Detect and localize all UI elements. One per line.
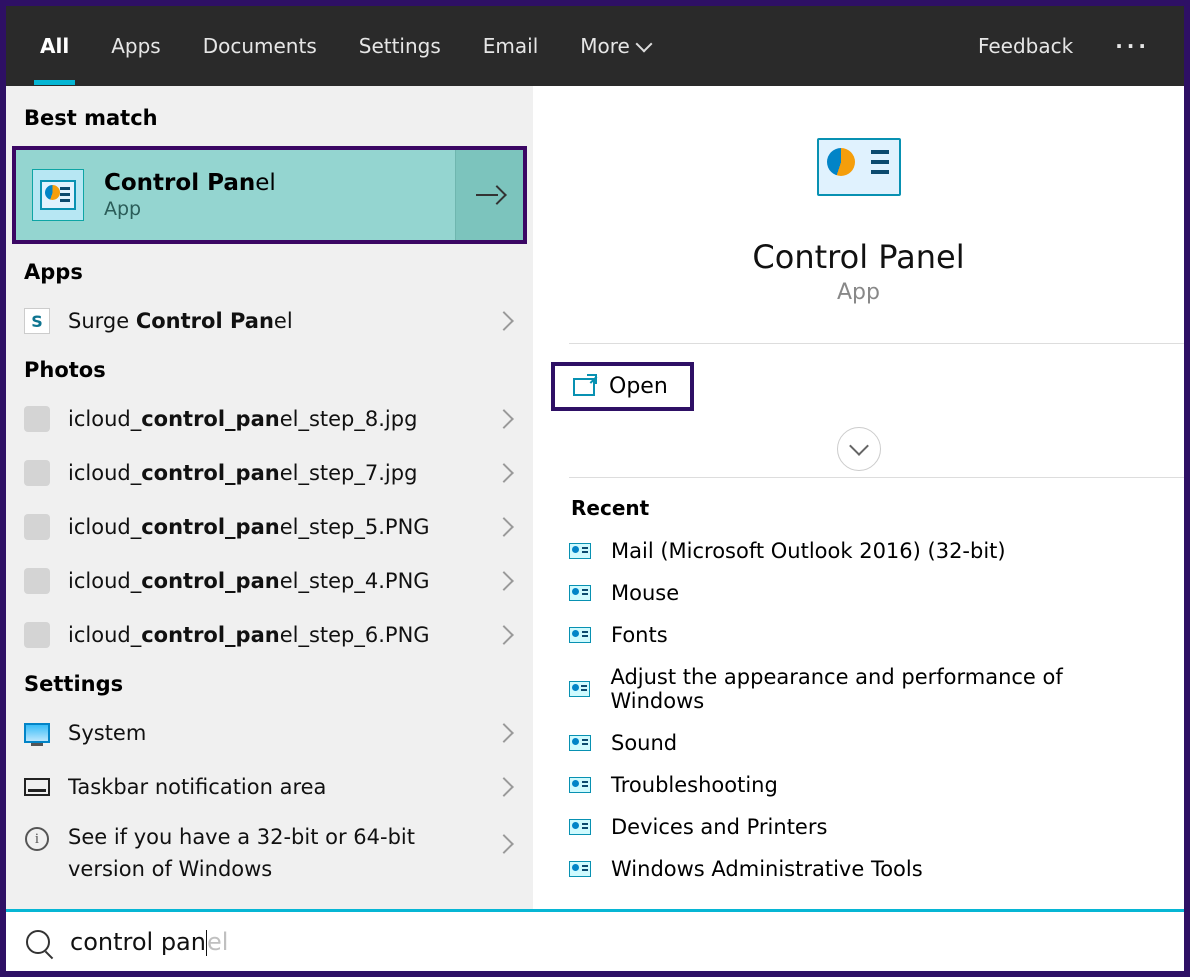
- photo-result[interactable]: icloud_control_panel_step_7.jpg: [6, 446, 533, 500]
- chevron-right-icon: [495, 723, 515, 743]
- setting-result-label: Taskbar notification area: [68, 775, 477, 799]
- app-result-label: Surge Control Panel: [68, 309, 477, 333]
- taskbar-icon: [24, 778, 50, 796]
- results-list: Best match Control Panel App Apps S Surg…: [6, 86, 533, 909]
- photo-result-label: icloud_control_panel_step_5.PNG: [68, 515, 477, 539]
- search-filter-tabs: All Apps Documents Settings Email More F…: [6, 6, 1184, 86]
- search-input[interactable]: control panel: [70, 928, 1164, 956]
- chevron-right-icon: [495, 571, 515, 591]
- search-icon: [26, 930, 50, 954]
- recent-item[interactable]: Devices and Printers: [533, 806, 1184, 848]
- recent-item[interactable]: Mouse: [533, 572, 1184, 614]
- recent-item[interactable]: Mail (Microsoft Outlook 2016) (32-bit): [533, 530, 1184, 572]
- detail-subtitle: App: [837, 280, 880, 305]
- best-match-subtitle: App: [104, 198, 276, 220]
- recent-item-label: Windows Administrative Tools: [611, 857, 923, 881]
- image-file-icon: [24, 460, 50, 486]
- tab-more[interactable]: More: [574, 9, 656, 83]
- image-file-icon: [24, 514, 50, 540]
- photo-result-label: icloud_control_panel_step_4.PNG: [68, 569, 477, 593]
- chevron-right-icon: [495, 409, 515, 429]
- tab-documents[interactable]: Documents: [197, 9, 323, 83]
- tab-all[interactable]: All: [34, 9, 75, 83]
- image-file-icon: [24, 622, 50, 648]
- recent-item-label: Adjust the appearance and performance of…: [610, 665, 1148, 713]
- photo-result[interactable]: icloud_control_panel_step_4.PNG: [6, 554, 533, 608]
- tab-email[interactable]: Email: [477, 9, 545, 83]
- recent-item[interactable]: Sound: [533, 722, 1184, 764]
- section-apps: Apps: [6, 250, 533, 294]
- image-file-icon: [24, 568, 50, 594]
- recent-item-label: Mouse: [611, 581, 679, 605]
- photo-result-label: icloud_control_panel_step_7.jpg: [68, 461, 477, 485]
- tab-settings[interactable]: Settings: [353, 9, 447, 83]
- recent-header: Recent: [533, 478, 1184, 530]
- chevron-down-icon: [635, 36, 652, 53]
- best-match-result[interactable]: Control Panel App: [12, 146, 527, 244]
- control-panel-item-icon: [569, 777, 591, 793]
- setting-result-label: System: [68, 721, 477, 745]
- photo-result[interactable]: icloud_control_panel_step_6.PNG: [6, 608, 533, 662]
- photo-result[interactable]: icloud_control_panel_step_8.jpg: [6, 392, 533, 446]
- app-result[interactable]: S Surge Control Panel: [6, 294, 533, 348]
- control-panel-item-icon: [569, 627, 591, 643]
- chevron-right-icon: [495, 777, 515, 797]
- expand-actions-button[interactable]: [837, 427, 881, 471]
- detail-title: Control Panel: [752, 238, 964, 276]
- recent-list: Mail (Microsoft Outlook 2016) (32-bit) M…: [533, 530, 1184, 890]
- setting-result[interactable]: i See if you have a 32-bit or 64-bit ver…: [6, 814, 533, 893]
- setting-result[interactable]: Taskbar notification area: [6, 760, 533, 814]
- tab-apps[interactable]: Apps: [105, 9, 167, 83]
- feedback-link[interactable]: Feedback: [972, 9, 1079, 83]
- windows-search-panel: All Apps Documents Settings Email More F…: [0, 0, 1190, 977]
- recent-item-label: Devices and Printers: [611, 815, 827, 839]
- photo-result-label: icloud_control_panel_step_6.PNG: [68, 623, 477, 647]
- best-match-title: Control Panel: [104, 170, 276, 196]
- photo-result-label: icloud_control_panel_step_8.jpg: [68, 407, 477, 431]
- best-match-expand-button[interactable]: [455, 150, 523, 240]
- chevron-right-icon: [495, 463, 515, 483]
- recent-item-label: Fonts: [611, 623, 668, 647]
- image-file-icon: [24, 406, 50, 432]
- chevron-right-icon: [495, 625, 515, 645]
- control-panel-item-icon: [569, 819, 591, 835]
- recent-item-label: Troubleshooting: [611, 773, 778, 797]
- chevron-right-icon: [495, 834, 515, 854]
- arrow-right-icon: [476, 184, 504, 206]
- recent-item-label: Mail (Microsoft Outlook 2016) (32-bit): [611, 539, 1006, 563]
- control-panel-item-icon: [569, 735, 591, 751]
- open-button[interactable]: Open: [551, 362, 694, 411]
- control-panel-item-icon: [569, 861, 591, 877]
- photo-result[interactable]: icloud_control_panel_step_5.PNG: [6, 500, 533, 554]
- section-photos: Photos: [6, 348, 533, 392]
- setting-result[interactable]: System: [6, 706, 533, 760]
- system-icon: [24, 723, 50, 743]
- control-panel-item-icon: [569, 681, 590, 697]
- control-panel-icon: [32, 169, 84, 221]
- setting-result-label: See if you have a 32-bit or 64-bit versi…: [68, 822, 477, 885]
- control-panel-icon: [817, 138, 901, 196]
- open-icon: [573, 378, 595, 396]
- control-panel-item-icon: [569, 543, 591, 559]
- recent-item[interactable]: Fonts: [533, 614, 1184, 656]
- recent-item[interactable]: Adjust the appearance and performance of…: [533, 656, 1184, 722]
- recent-item-label: Sound: [611, 731, 677, 755]
- recent-item[interactable]: Windows Administrative Tools: [533, 848, 1184, 890]
- info-icon: i: [25, 827, 49, 851]
- recent-item[interactable]: Troubleshooting: [533, 764, 1184, 806]
- more-options-button[interactable]: ···: [1109, 9, 1156, 83]
- surge-icon: S: [24, 308, 50, 334]
- section-best-match: Best match: [6, 96, 533, 140]
- chevron-down-icon: [849, 436, 869, 456]
- search-bar[interactable]: control panel: [6, 909, 1184, 971]
- chevron-right-icon: [495, 517, 515, 537]
- result-detail-pane: Control Panel App Open Recent Mail (Micr…: [533, 86, 1184, 909]
- chevron-right-icon: [495, 311, 515, 331]
- open-label: Open: [609, 374, 668, 399]
- section-settings: Settings: [6, 662, 533, 706]
- control-panel-item-icon: [569, 585, 591, 601]
